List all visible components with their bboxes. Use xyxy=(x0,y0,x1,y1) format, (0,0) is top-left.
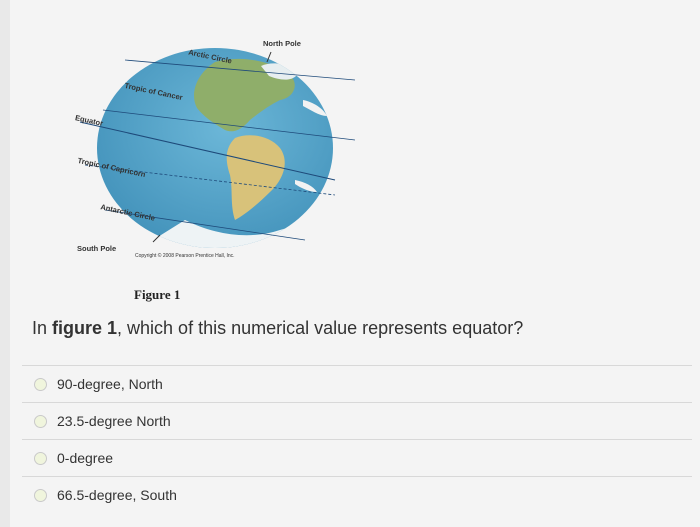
question-text: In figure 1, which of this numerical val… xyxy=(32,318,523,339)
radio-button[interactable] xyxy=(34,451,47,465)
figure-caption: Figure 1 xyxy=(134,287,181,302)
answer-label: 90-degree, North xyxy=(57,376,163,392)
label-north-pole: North Pole xyxy=(263,39,301,48)
question-figure-ref: figure 1 xyxy=(52,318,118,338)
south-pole-pointer xyxy=(152,234,161,243)
question-page: North Pole Arctic Circle Tropic of Cance… xyxy=(10,0,700,527)
answer-option[interactable]: 0-degree xyxy=(22,439,692,476)
answer-label: 23.5-degree North xyxy=(57,413,171,429)
answer-label: 0-degree xyxy=(57,450,114,466)
radio-button[interactable] xyxy=(34,414,47,428)
question-prefix: In xyxy=(32,318,53,338)
question-suffix: , which of this numerical value represen… xyxy=(117,318,524,338)
answer-option[interactable]: 23.5-degree North xyxy=(22,402,692,439)
answer-label: 66.5-degree, South xyxy=(57,487,177,503)
answer-option[interactable]: 66.5-degree, South xyxy=(22,476,692,513)
globe-illustration xyxy=(79,48,356,248)
globe-figure: North Pole Arctic Circle Tropic of Cance… xyxy=(65,30,356,270)
label-south-pole: South Pole xyxy=(77,244,117,253)
answer-option[interactable]: 90-degree, North xyxy=(22,365,692,402)
radio-button[interactable] xyxy=(34,377,47,391)
figure-copyright: Copyright © 2008 Pearson Prentice Hall, … xyxy=(135,253,235,259)
radio-button[interactable] xyxy=(34,488,47,502)
